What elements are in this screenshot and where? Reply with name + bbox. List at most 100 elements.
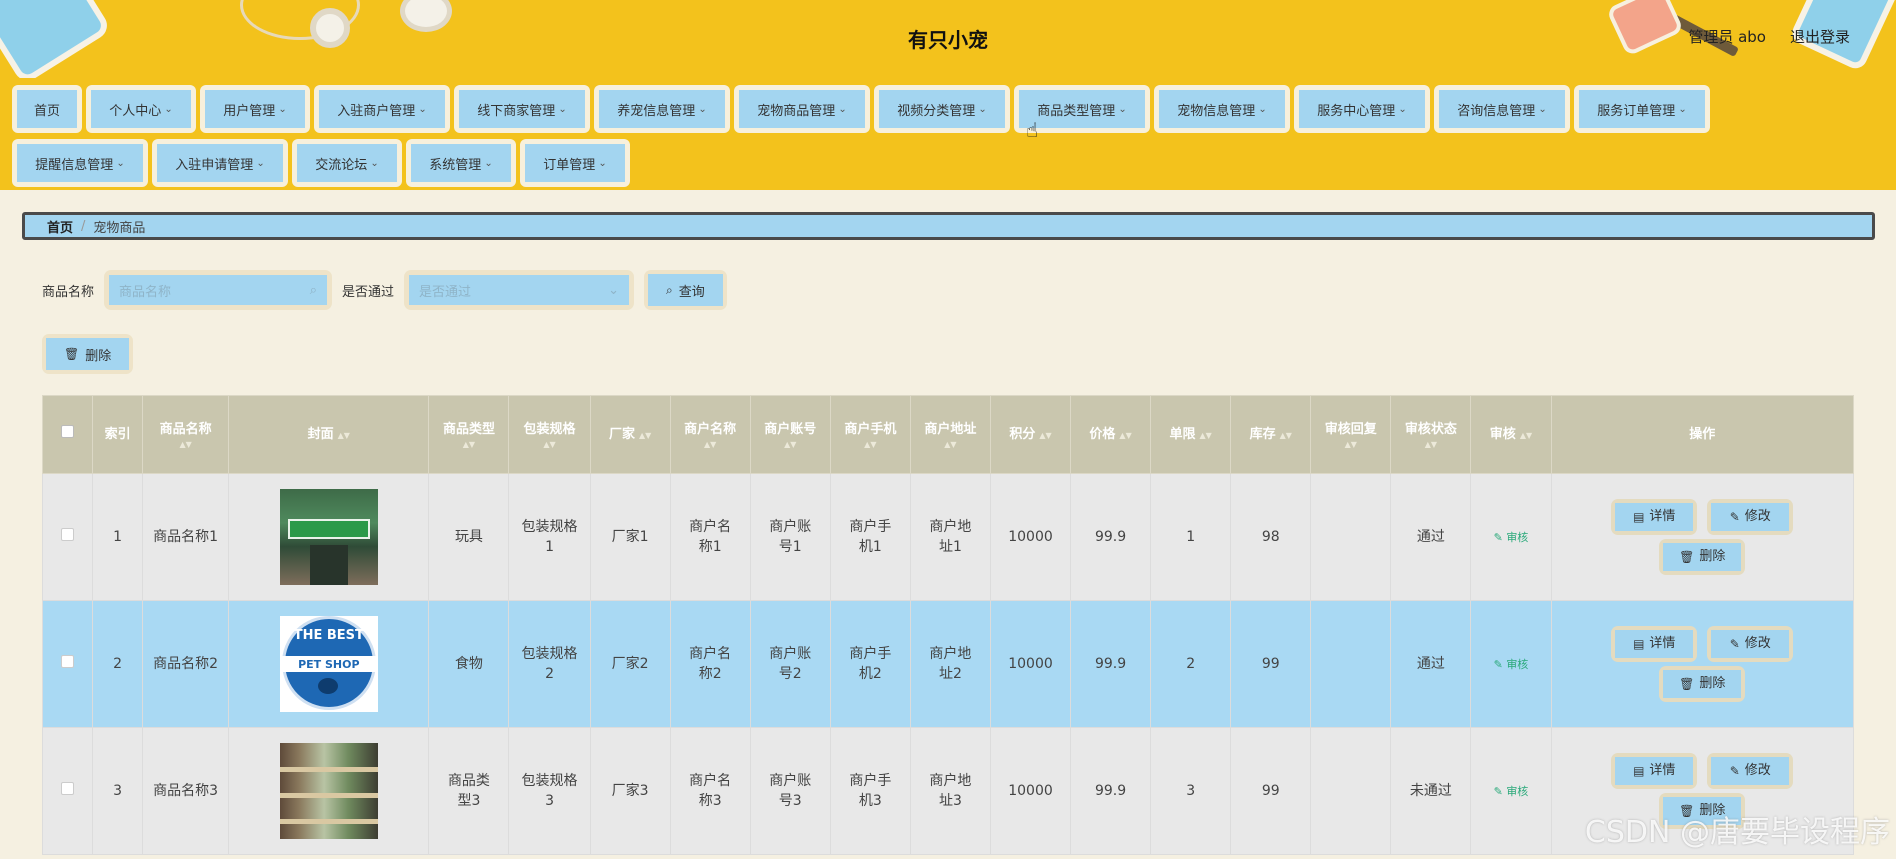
- sort-icon[interactable]: ▲▼: [1311, 440, 1390, 450]
- nav-item: 订单管理 ⌄: [520, 139, 630, 187]
- breadcrumb-home[interactable]: 首页: [47, 217, 73, 236]
- cell-limit: 1: [1150, 473, 1232, 601]
- column-header[interactable]: 商户账号 ▲▼: [749, 395, 831, 474]
- query-button[interactable]: ⌕ 查询: [648, 274, 723, 306]
- delete-button-label: 删除: [1699, 676, 1726, 691]
- edit-button[interactable]: ✎ 修改: [1711, 503, 1790, 531]
- search-icon: ⌕: [666, 282, 673, 297]
- query-button-wrap: ⌕ 查询: [644, 270, 727, 310]
- nav-menu-button[interactable]: 提醒信息管理 ⌄: [17, 144, 143, 182]
- nav-menu-button[interactable]: 养宠信息管理 ⌄: [599, 90, 725, 128]
- row-checkbox[interactable]: [61, 528, 75, 541]
- nav-menu-label: 宠物信息管理: [1177, 103, 1256, 119]
- row-checkbox[interactable]: [61, 655, 75, 668]
- nav-menu-button[interactable]: 宠物信息管理 ⌄: [1159, 90, 1285, 128]
- sort-icon[interactable]: ▲▼: [338, 431, 350, 440]
- column-header[interactable]: 商品类型 ▲▼: [428, 395, 510, 474]
- edit-button-wrap: ✎ 修改: [1707, 626, 1794, 662]
- sort-icon[interactable]: ▲▼: [1200, 431, 1212, 440]
- column-header[interactable]: 审核回复 ▲▼: [1310, 395, 1392, 474]
- nav-menu-label: 宠物商品管理: [757, 103, 836, 119]
- sort-icon[interactable]: ▲▼: [671, 440, 750, 450]
- detail-button[interactable]: ▤ 详情: [1615, 630, 1694, 658]
- sort-icon[interactable]: ▲▼: [1119, 431, 1131, 440]
- audit-link[interactable]: ✎ 审核: [1494, 531, 1529, 544]
- bulk-delete-button[interactable]: 🗑 删除: [46, 338, 130, 370]
- nav-menu-button[interactable]: 用户管理 ⌄: [205, 90, 305, 128]
- cell-name: 商品名称1: [142, 473, 230, 601]
- column-header-label: 单限: [1169, 426, 1196, 442]
- sort-icon[interactable]: ▲▼: [509, 440, 589, 450]
- product-table: 索引 商品名称 ▲▼ 封面 ▲▼ 商品类型 ▲▼ 包装规格 ▲▼ 厂家 ▲▼ 商户名称 ▲▼ 商户账号 ▲▼…: [41, 395, 1854, 855]
- mouse-pointer-icon: ☝: [1026, 118, 1039, 142]
- column-header[interactable]: 包装规格 ▲▼: [508, 395, 591, 474]
- column-header[interactable]: 封面 ▲▼: [228, 395, 430, 474]
- nav-item: 用户管理 ⌄: [200, 85, 310, 133]
- nav-menu-button[interactable]: 线下商家管理 ⌄: [459, 90, 585, 128]
- sort-icon[interactable]: ▲▼: [143, 440, 228, 450]
- cell-spec: 包装规格1: [508, 473, 591, 601]
- cell-stock: 98: [1230, 473, 1312, 601]
- chevron-down-icon: ⌄: [418, 103, 427, 115]
- sort-icon[interactable]: ▲▼: [639, 431, 651, 440]
- nav-menu-button[interactable]: 个人中心 ⌄: [91, 90, 191, 128]
- nav-menu-button[interactable]: 服务中心管理 ⌄: [1299, 90, 1425, 128]
- nav-menu-button[interactable]: 入驻申请管理 ⌄: [157, 144, 283, 182]
- search-bar: 商品名称 商品名称 ⌕ 是否通过 是否通过 ⌄ ⌕ 查询: [42, 270, 727, 310]
- sort-icon[interactable]: ▲▼: [911, 440, 990, 450]
- column-header-label: 积分: [1009, 426, 1036, 442]
- column-header[interactable]: 商户手机 ▲▼: [829, 395, 911, 474]
- nav-menu-button[interactable]: 首页: [17, 90, 77, 128]
- audit-link[interactable]: ✎ 审核: [1494, 658, 1529, 671]
- row-checkbox[interactable]: [61, 782, 75, 795]
- nav-menu-button[interactable]: 宠物商品管理 ⌄: [739, 90, 865, 128]
- cell-limit: 3: [1150, 727, 1232, 855]
- nav-menu-button[interactable]: 交流论坛 ⌄: [297, 144, 397, 182]
- cell-price: 99.9: [1070, 727, 1152, 855]
- column-header[interactable]: 库存 ▲▼: [1230, 395, 1312, 474]
- nav-menu-button[interactable]: 服务订单管理 ⌄: [1579, 90, 1705, 128]
- edit-button[interactable]: ✎ 修改: [1711, 757, 1790, 785]
- detail-button[interactable]: ▤ 详情: [1615, 757, 1694, 785]
- sort-icon[interactable]: ▲▼: [1391, 440, 1470, 450]
- select-all-checkbox[interactable]: [61, 424, 75, 438]
- nav-menu-button[interactable]: 视频分类管理 ⌄: [879, 90, 1005, 128]
- column-header[interactable]: 价格 ▲▼: [1070, 395, 1152, 474]
- sort-icon[interactable]: ▲▼: [1280, 431, 1292, 440]
- cell-phone: 商户手机1: [829, 473, 911, 601]
- table-row: 1 商品名称1 玩具 包装规格1 厂家1 商户名称1 商户账号1 商户手机1 商户地址1 1000…: [41, 473, 1854, 601]
- column-header[interactable]: 商品名称 ▲▼: [142, 395, 230, 474]
- column-header[interactable]: 审核状态 ▲▼: [1390, 395, 1472, 474]
- cell-points: 10000: [989, 473, 1072, 601]
- nav-menu-button[interactable]: 订单管理 ⌄: [525, 144, 625, 182]
- sort-icon[interactable]: ▲▼: [1039, 431, 1051, 440]
- nav-menu-label: 入驻商户管理: [337, 103, 416, 119]
- delete-button[interactable]: 🗑 删除: [1663, 543, 1742, 571]
- column-header[interactable]: 厂家 ▲▼: [589, 395, 671, 474]
- nav-menu-button[interactable]: 入驻商户管理 ⌄: [319, 90, 445, 128]
- cell-phone: 商户手机2: [829, 600, 911, 728]
- logout-link[interactable]: 退出登录: [1790, 26, 1850, 47]
- cell-index: 1: [92, 473, 144, 601]
- sort-icon[interactable]: ▲▼: [1520, 431, 1532, 440]
- column-header[interactable]: 商户名称 ▲▼: [669, 395, 751, 474]
- column-header[interactable]: 审核 ▲▼: [1470, 395, 1552, 474]
- chevron-down-icon: ⌄: [598, 157, 607, 169]
- column-header[interactable]: 商户地址 ▲▼: [909, 395, 991, 474]
- nav-menu-button[interactable]: 系统管理 ⌄: [411, 144, 511, 182]
- pass-status-select[interactable]: 是否通过 ⌄: [409, 275, 630, 305]
- sort-icon[interactable]: ▲▼: [751, 440, 830, 450]
- audit-link[interactable]: ✎ 审核: [1494, 785, 1529, 798]
- breadcrumb-current: 宠物商品: [93, 220, 146, 236]
- edit-button[interactable]: ✎ 修改: [1711, 630, 1790, 658]
- sort-icon[interactable]: ▲▼: [831, 440, 910, 450]
- cell-merchant: 商户名称2: [669, 600, 751, 728]
- column-header[interactable]: 单限 ▲▼: [1150, 395, 1232, 474]
- product-name-input[interactable]: 商品名称 ⌕: [109, 275, 328, 305]
- column-header[interactable]: 积分 ▲▼: [989, 395, 1072, 474]
- chevron-down-icon: ⌄: [838, 103, 847, 115]
- nav-menu-button[interactable]: 咨询信息管理 ⌄: [1439, 90, 1565, 128]
- delete-button[interactable]: 🗑 删除: [1663, 670, 1742, 698]
- detail-button[interactable]: ▤ 详情: [1615, 503, 1694, 531]
- sort-icon[interactable]: ▲▼: [429, 440, 508, 450]
